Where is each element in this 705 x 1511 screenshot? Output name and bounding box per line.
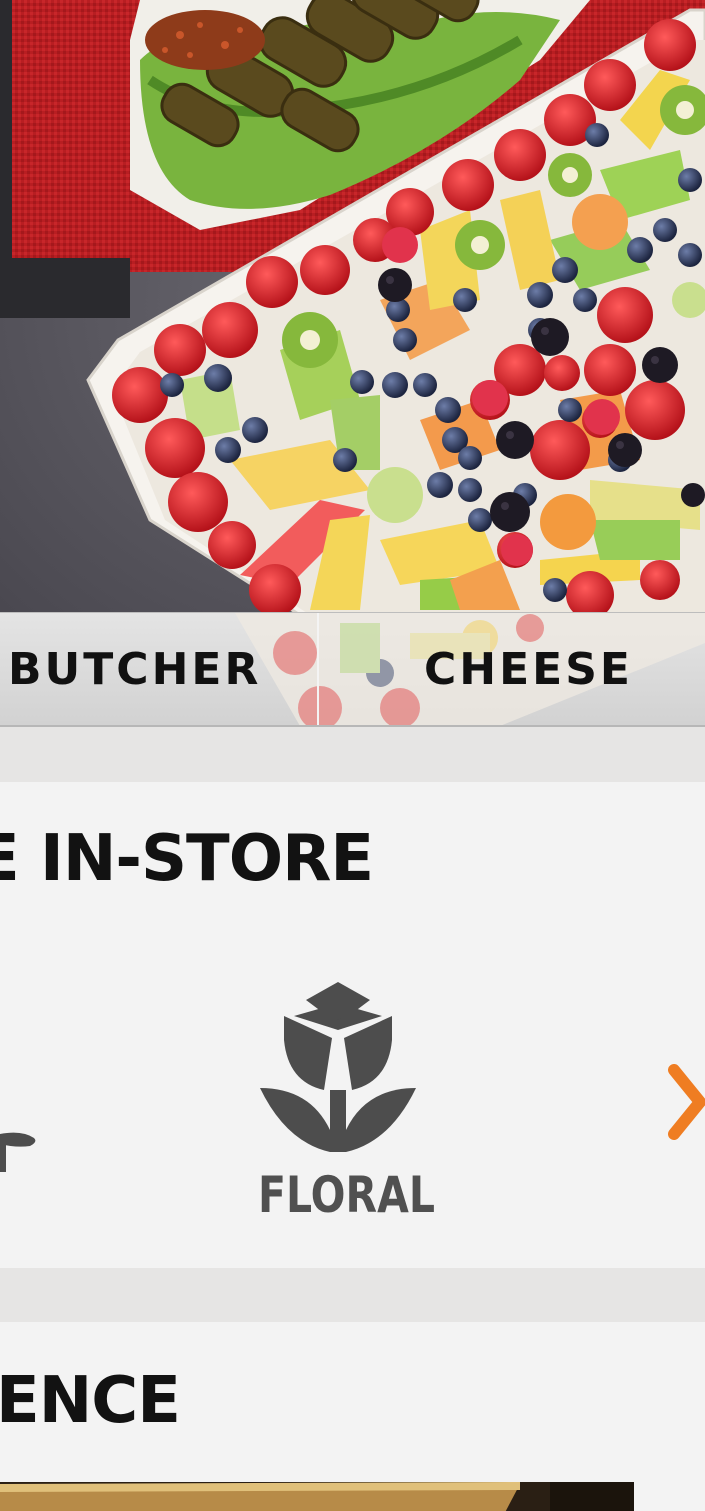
tab-cheese[interactable]: CHEESE xyxy=(424,613,633,725)
in-store-heading: E IN-STORE xyxy=(0,822,374,896)
in-store-section: E IN-STORE FLORAL xyxy=(0,782,705,1268)
tab-butcher-label: BUTCHER xyxy=(8,644,262,695)
tab-cheese-label: CHEESE xyxy=(424,644,633,695)
chevron-right-icon[interactable] xyxy=(668,1064,705,1140)
previous-department-icon[interactable] xyxy=(0,1112,40,1172)
tab-butcher[interactable]: BUTCHER xyxy=(8,613,262,725)
section-spacer xyxy=(0,727,705,782)
tab-divider xyxy=(317,613,319,725)
fruit-platter-photo xyxy=(0,0,705,615)
section-spacer xyxy=(0,1268,705,1322)
category-tabs-bar: BUTCHER CHEESE xyxy=(0,612,705,727)
experience-heading: ENCE xyxy=(0,1364,181,1438)
experience-section: ENCE xyxy=(0,1322,705,1511)
hero-banner-image[interactable] xyxy=(0,0,705,615)
department-floral-label: FLORAL xyxy=(258,1166,435,1224)
tulip-icon xyxy=(260,982,416,1152)
experience-photo[interactable] xyxy=(0,1482,634,1511)
